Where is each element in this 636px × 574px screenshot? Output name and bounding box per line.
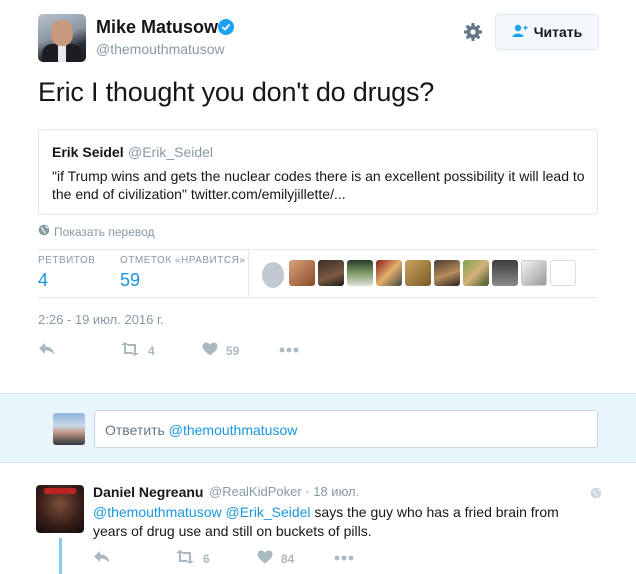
current-user-avatar <box>53 413 85 445</box>
reply-icon <box>38 342 56 359</box>
divider <box>38 297 598 298</box>
retweet-icon <box>120 342 140 359</box>
author-name[interactable]: Mike Matusow <box>96 17 218 38</box>
retweet-icon <box>175 550 195 567</box>
liker-avatar[interactable] <box>347 260 373 286</box>
stats-separator <box>248 250 249 296</box>
reply-tweet[interactable]: Daniel Negreanu @RealKidPoker · 18 июл. … <box>0 463 636 574</box>
reply-action[interactable] <box>93 550 111 567</box>
likers-avatars <box>260 260 576 290</box>
quoted-tweet[interactable]: Erik Seidel @Erik_Seidel "if Trump wins … <box>38 129 598 215</box>
liker-avatar[interactable] <box>434 260 460 286</box>
globe-icon <box>38 224 50 239</box>
globe-icon[interactable] <box>590 486 602 504</box>
quote-text: "if Trump wins and gets the nuclear code… <box>52 168 585 202</box>
like-count: 59 <box>226 343 240 358</box>
more-button[interactable] <box>279 342 299 356</box>
reply-prefix: Ответить <box>105 422 165 438</box>
liker-avatar[interactable] <box>492 260 518 286</box>
tweet-timestamp[interactable]: 2:26 - 19 июл. 2016 г. <box>38 312 164 327</box>
more-button[interactable] <box>334 550 354 564</box>
quote-author-handle: @Erik_Seidel <box>128 144 214 160</box>
liker-avatar[interactable] <box>289 260 315 286</box>
reply-author-avatar[interactable] <box>36 485 84 533</box>
more-icon <box>279 342 299 356</box>
retweets-label: РЕТВИТОВ <box>38 255 96 266</box>
gear-icon[interactable] <box>463 22 483 42</box>
heart-icon <box>202 342 218 359</box>
reply-input[interactable]: Ответить @themouthmatusow <box>94 410 598 448</box>
reply-text: @themouthmatusow @Erik_Seidel says the g… <box>93 503 593 541</box>
thread-line <box>59 538 62 574</box>
like-action[interactable]: 59 <box>202 342 239 359</box>
liker-avatar[interactable] <box>463 260 489 286</box>
translate-link[interactable]: Показать перевод <box>38 224 155 239</box>
retweet-count: 4 <box>148 343 155 358</box>
retweet-action[interactable]: 4 <box>120 342 155 359</box>
liker-avatar[interactable] <box>405 260 431 286</box>
reply-mention-2[interactable]: @Erik_Seidel <box>226 504 311 520</box>
likes-label: ОТМЕТОК «НРАВИТСЯ» <box>120 255 246 266</box>
main-tweet: Mike Matusow @themouthmatusow Читать Eri… <box>0 0 636 393</box>
follow-user-icon <box>512 24 528 41</box>
liker-avatar[interactable] <box>550 260 576 286</box>
reply-mention: @themouthmatusow <box>168 422 298 438</box>
reply-icon <box>93 550 111 567</box>
retweets-count[interactable]: 4 <box>38 270 48 291</box>
reply-author-handle-date[interactable]: @RealKidPoker · 18 июл. <box>209 484 359 499</box>
liker-avatar[interactable] <box>376 260 402 286</box>
heart-icon <box>257 550 273 567</box>
retweet-action[interactable]: 6 <box>175 550 210 567</box>
like-count: 84 <box>281 551 295 566</box>
author-avatar[interactable] <box>38 14 86 62</box>
like-action[interactable]: 84 <box>257 550 294 567</box>
quote-author-name: Erik Seidel <box>52 144 124 160</box>
liker-avatar[interactable] <box>521 260 547 286</box>
liker-avatar[interactable] <box>318 260 344 286</box>
liker-avatar[interactable] <box>262 262 284 288</box>
more-icon <box>334 550 354 564</box>
author-handle[interactable]: @themouthmatusow <box>96 41 225 57</box>
divider <box>38 249 598 250</box>
retweet-count: 6 <box>203 551 210 566</box>
translate-label: Показать перевод <box>54 224 155 239</box>
reply-action[interactable] <box>38 342 56 359</box>
reply-mention-1[interactable]: @themouthmatusow <box>93 504 222 520</box>
reply-composer: Ответить @themouthmatusow <box>0 393 636 463</box>
verified-icon <box>218 19 234 35</box>
likes-count[interactable]: 59 <box>120 270 140 291</box>
follow-label: Читать <box>533 24 583 40</box>
follow-button[interactable]: Читать <box>495 14 599 50</box>
tweet-text: Eric I thought you don't do drugs? <box>38 77 435 107</box>
reply-author-name[interactable]: Daniel Negreanu <box>93 484 203 500</box>
